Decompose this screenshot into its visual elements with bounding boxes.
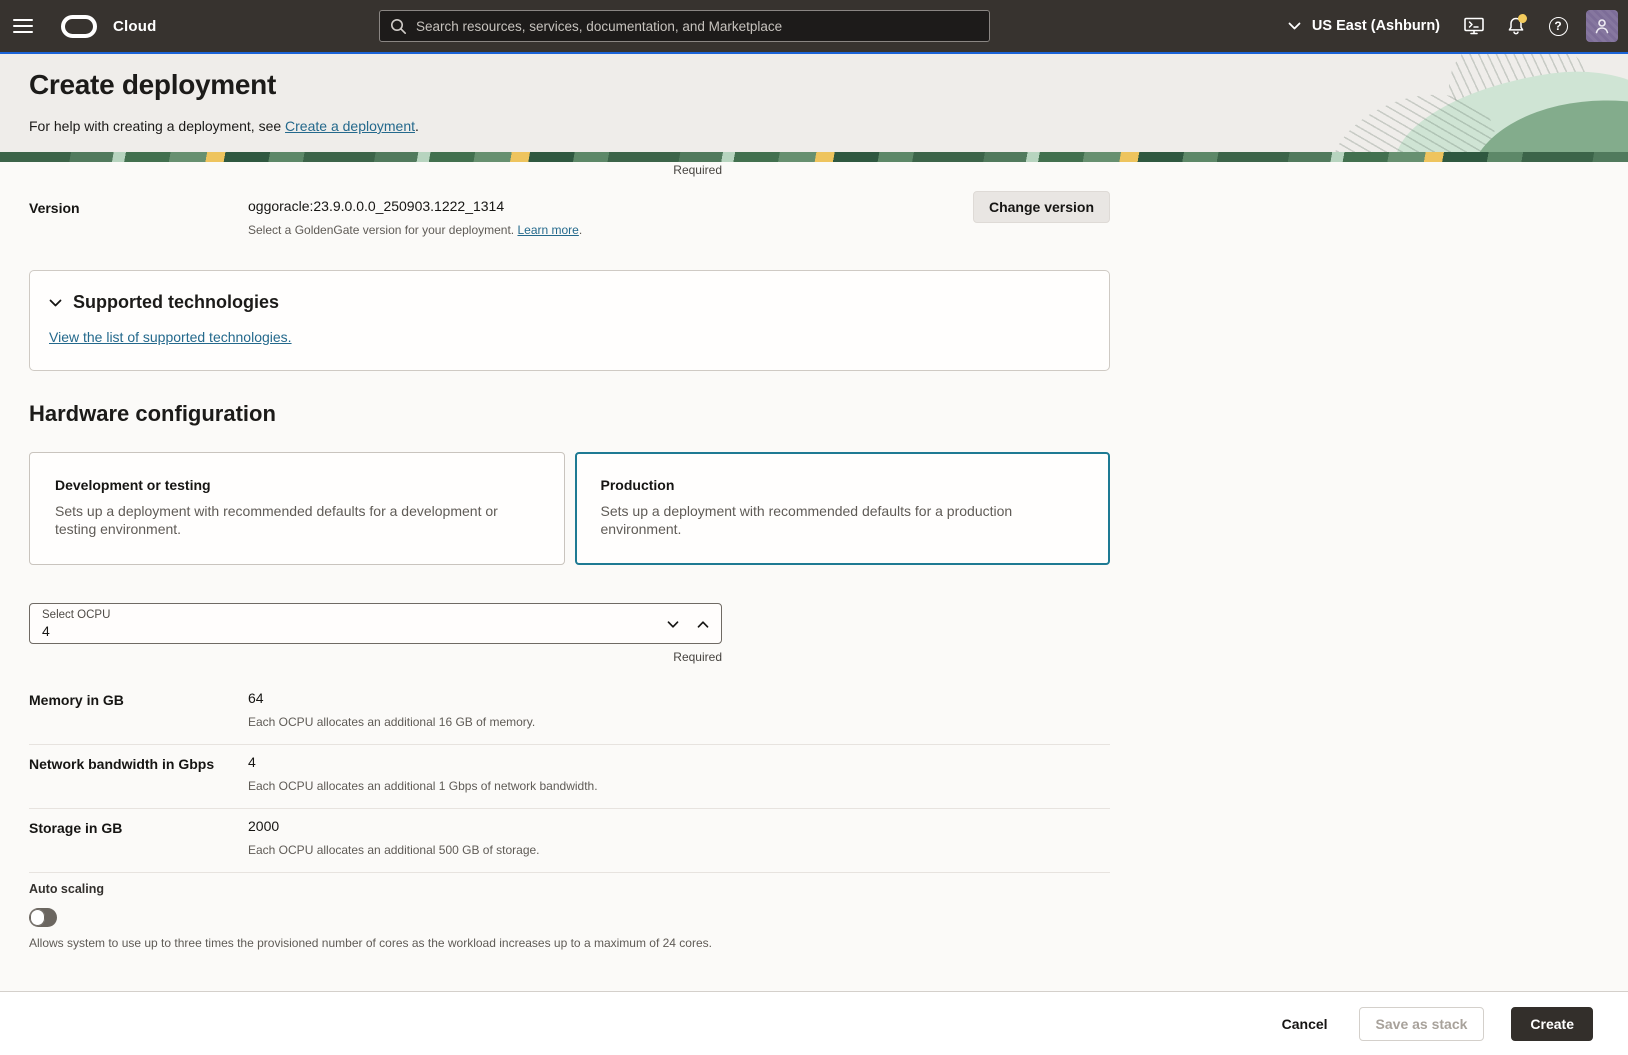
header-decoration bbox=[1328, 54, 1628, 152]
storage-helper: Each OCPU allocates an additional 500 GB… bbox=[248, 843, 1110, 857]
supported-technologies-link[interactable]: View the list of supported technologies. bbox=[49, 329, 292, 345]
auto-scaling-section: Auto scaling Allows system to use up to … bbox=[29, 882, 1628, 950]
card-description: Sets up a deployment with recommended de… bbox=[55, 502, 525, 538]
page-header: Create deployment For help with creating… bbox=[0, 54, 1628, 152]
learn-more-link[interactable]: Learn more bbox=[517, 223, 578, 237]
supported-technologies-title: Supported technologies bbox=[73, 292, 279, 313]
storage-value: 2000 bbox=[248, 818, 1110, 834]
hardware-configuration-heading: Hardware configuration bbox=[29, 401, 1628, 427]
top-navigation-bar: Cloud US East (Ashburn) bbox=[0, 0, 1628, 54]
memory-value: 64 bbox=[248, 690, 1110, 706]
oracle-logo-icon bbox=[61, 15, 97, 38]
global-search[interactable] bbox=[379, 10, 990, 42]
required-hint: Required bbox=[29, 163, 722, 177]
card-development-or-testing[interactable]: Development or testing Sets up a deploym… bbox=[29, 452, 565, 565]
network-bandwidth-label: Network bandwidth in Gbps bbox=[29, 756, 248, 774]
card-title: Development or testing bbox=[55, 477, 539, 493]
auto-scaling-toggle[interactable] bbox=[29, 908, 57, 927]
ocpu-field-label: Select OCPU bbox=[42, 609, 709, 621]
supported-technologies-panel: Supported technologies View the list of … bbox=[29, 270, 1110, 371]
help-icon[interactable]: ? bbox=[1538, 6, 1578, 46]
version-helper: Select a GoldenGate version for your dep… bbox=[248, 223, 1110, 237]
search-input[interactable] bbox=[416, 19, 979, 34]
create-button[interactable]: Create bbox=[1511, 1007, 1593, 1041]
user-avatar[interactable] bbox=[1586, 10, 1618, 42]
toggle-knob bbox=[30, 909, 45, 926]
spec-rows: Memory in GB 64 Each OCPU allocates an a… bbox=[29, 681, 1110, 873]
decorative-banner bbox=[0, 152, 1628, 162]
memory-row: Memory in GB 64 Each OCPU allocates an a… bbox=[29, 681, 1110, 745]
storage-row: Storage in GB 2000 Each OCPU allocates a… bbox=[29, 809, 1110, 873]
brand-label: Cloud bbox=[113, 18, 157, 35]
ocpu-required-hint: Required bbox=[29, 650, 722, 664]
environment-cards: Development or testing Sets up a deploym… bbox=[29, 452, 1110, 565]
help-glyph: ? bbox=[1554, 20, 1561, 32]
search-icon bbox=[390, 18, 407, 35]
chevron-down-icon bbox=[1288, 22, 1301, 30]
supported-technologies-toggle[interactable]: Supported technologies bbox=[49, 292, 1090, 313]
memory-helper: Each OCPU allocates an additional 16 GB … bbox=[248, 715, 1110, 729]
page-help-text: For help with creating a deployment, see… bbox=[29, 118, 419, 134]
network-bandwidth-helper: Each OCPU allocates an additional 1 Gbps… bbox=[248, 779, 1110, 793]
save-as-stack-button[interactable]: Save as stack bbox=[1359, 1007, 1485, 1041]
card-title: Production bbox=[601, 477, 1085, 493]
card-production[interactable]: Production Sets up a deployment with rec… bbox=[575, 452, 1111, 565]
network-bandwidth-value: 4 bbox=[248, 754, 1110, 770]
notification-badge bbox=[1518, 14, 1527, 23]
person-icon bbox=[1593, 17, 1611, 35]
chevron-down-icon bbox=[49, 299, 62, 307]
storage-label: Storage in GB bbox=[29, 820, 248, 838]
region-label: US East (Ashburn) bbox=[1312, 18, 1440, 34]
ocpu-stepper[interactable]: Select OCPU 4 bbox=[29, 603, 722, 644]
notifications-bell-icon[interactable] bbox=[1496, 6, 1536, 46]
ocpu-field-value: 4 bbox=[42, 623, 709, 639]
ocpu-decrement-chevron-down-icon[interactable] bbox=[665, 617, 681, 631]
memory-label: Memory in GB bbox=[29, 692, 248, 710]
action-footer: Cancel Save as stack Create bbox=[0, 991, 1628, 1055]
cloud-shell-icon[interactable] bbox=[1454, 6, 1494, 46]
version-row: Version oggoracle:23.9.0.0.0_250903.1222… bbox=[29, 198, 1110, 237]
version-label: Version bbox=[29, 200, 248, 218]
hamburger-menu-icon[interactable] bbox=[13, 19, 33, 33]
card-description: Sets up a deployment with recommended de… bbox=[601, 502, 1071, 538]
auto-scaling-helper: Allows system to use up to three times t… bbox=[29, 936, 1628, 950]
form-content: Required Version oggoracle:23.9.0.0.0_25… bbox=[0, 162, 1628, 991]
network-bandwidth-row: Network bandwidth in Gbps 4 Each OCPU al… bbox=[29, 745, 1110, 809]
ocpu-increment-chevron-up-icon[interactable] bbox=[695, 617, 711, 631]
cancel-button[interactable]: Cancel bbox=[1278, 1008, 1332, 1040]
page-title: Create deployment bbox=[29, 69, 276, 101]
change-version-button[interactable]: Change version bbox=[973, 191, 1110, 223]
oracle-cloud-console: Cloud US East (Ashburn) bbox=[0, 0, 1628, 1055]
region-selector[interactable]: US East (Ashburn) bbox=[1288, 18, 1440, 34]
create-deployment-help-link[interactable]: Create a deployment bbox=[285, 118, 415, 134]
auto-scaling-label: Auto scaling bbox=[29, 882, 1628, 896]
